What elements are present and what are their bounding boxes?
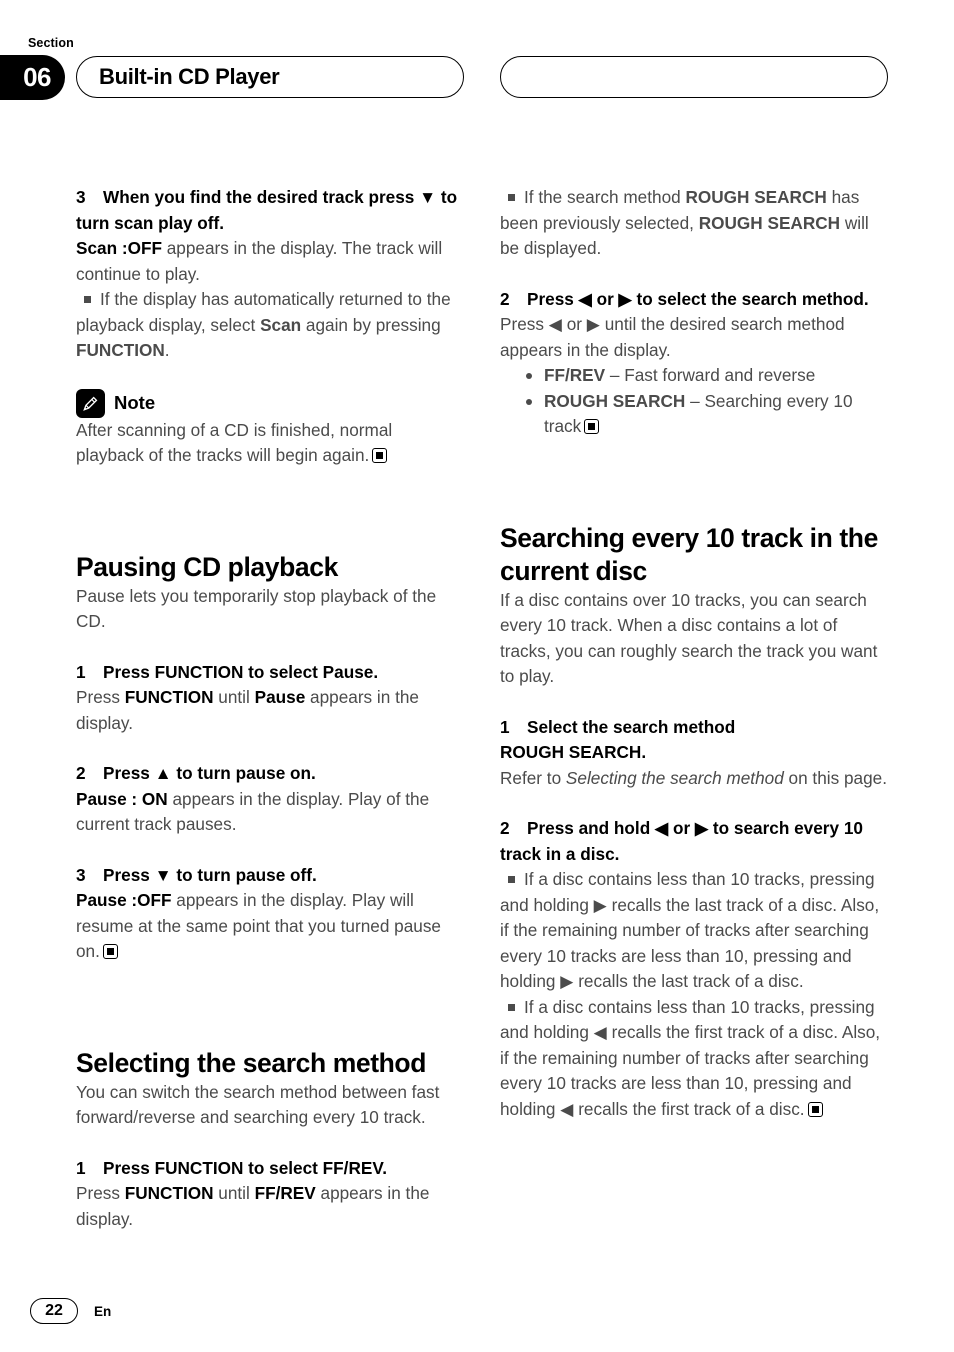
refer-italic-title: Selecting the search method (565, 767, 784, 788)
end-marker-icon (372, 448, 388, 463)
rough-search-note-bullet: If the search method ROUGH SEARCH has be… (500, 185, 888, 262)
step-heading-text-line1: Select the search method (527, 716, 736, 737)
step-number: 1 (76, 661, 86, 682)
searching-bullet-2-text: If a disc contains less than 10 tracks, … (500, 996, 881, 1119)
step-heading-pause-select: 1 Press FUNCTION to select Pause. (76, 660, 464, 686)
searching-bullet-2: If a disc contains less than 10 tracks, … (500, 995, 888, 1123)
pause-off-bold: Pause :OFF (76, 890, 172, 910)
page-footer: 22 En (30, 1298, 111, 1324)
selecting-step1-bold-ffrev: FF/REV (254, 1183, 316, 1203)
option-dash: – (605, 365, 625, 385)
note-text-content: After scanning of a CD is finished, norm… (76, 419, 393, 466)
refer-pre: Refer to (500, 767, 566, 788)
step-heading-text: Press and hold ◀ or ▶ to search every 10… (500, 818, 863, 864)
selecting-intro: You can switch the search method between… (76, 1081, 440, 1128)
page-number: 22 (30, 1298, 78, 1324)
step-heading-text: Press ◀ or ▶ to select the search method… (527, 288, 869, 309)
step-number: 3 (76, 187, 86, 207)
square-bullet-icon (84, 296, 91, 303)
option-desc: Fast forward and reverse (624, 365, 816, 385)
step-number: 2 (500, 288, 510, 309)
note-header: Note (76, 388, 464, 418)
note-label: Note (114, 392, 156, 414)
pause-step1-mid: until (213, 687, 255, 707)
step-heading-pause-on: 2 Press ▲ to turn pause on. (76, 761, 464, 787)
option-term: FF/REV (544, 365, 606, 385)
step-number: 3 (76, 864, 86, 885)
list-item: ROUGH SEARCH – Searching every 10 track (500, 389, 888, 440)
section-label: Section (28, 36, 74, 50)
step-heading-scan-off: 3 When you find the desired track press ▼… (76, 185, 464, 236)
step-number: 2 (76, 763, 86, 783)
square-bullet-icon (508, 1003, 515, 1011)
bullet-dot-icon (526, 398, 532, 405)
rough-note-pre: If the search method (524, 187, 686, 207)
step-heading-select-rough-search: 1 Select the search method ROUGH SEARCH. (500, 715, 888, 766)
note-bullet-bold-scan: Scan (260, 314, 302, 335)
heading-selecting-search-method: Selecting the search method (76, 1047, 426, 1078)
searching-bullet-1: If a disc contains less than 10 tracks, … (500, 867, 888, 995)
selecting-step1-pre: Press (76, 1183, 125, 1203)
note-bullet-bold-function: FUNCTION (76, 340, 165, 360)
step-number: 1 (76, 1157, 86, 1178)
selecting-step1-mid: until (213, 1183, 255, 1203)
pause-step1-pre: Press (76, 687, 125, 707)
step-heading-ffrev-select: 1 Press FUNCTION to select FF/REV. (76, 1156, 464, 1182)
rough-note-bold-1: ROUGH SEARCH (685, 187, 827, 207)
step-heading-select-search-method: 2 Press ◀ or ▶ to select the search metho… (500, 287, 888, 313)
end-marker-icon (102, 944, 118, 959)
heading-pausing-cd-playback: Pausing CD playback (76, 551, 338, 582)
select-search-body: Press ◀ or ▶ until the desired search me… (500, 314, 845, 360)
searching-bullet-1-text: If a disc contains less than 10 tracks, … (500, 869, 880, 991)
language-label: En (94, 1303, 112, 1319)
pause-step2-body: Pause : ON appears in the display. Play … (76, 787, 464, 838)
selecting-step1-bold-function: FUNCTION (124, 1183, 214, 1203)
option-term: ROUGH SEARCH (544, 390, 686, 411)
list-item: FF/REV – Fast forward and reverse (500, 363, 888, 389)
pencil-icon (76, 388, 105, 418)
step-heading-press-hold-search: 2 Press and hold ◀ or ▶ to search every 1… (500, 816, 888, 867)
pausing-intro: Pause lets you temporarily stop playback… (76, 585, 437, 632)
bullet-dot-icon (526, 373, 532, 379)
pause-on-bold: Pause : ON (76, 788, 168, 809)
step-heading-text: Press ▼ to turn pause off. (103, 864, 317, 885)
step-heading-text: Press ▲ to turn pause on. (103, 763, 316, 783)
scan-off-note-bullet: If the display has automatically returne… (76, 287, 464, 364)
searching-step1-body: Refer to Selecting the search method on … (500, 766, 888, 792)
left-column: 3 When you find the desired track press ▼… (76, 185, 464, 1232)
step-heading-pause-off: 3 Press ▼ to turn pause off. (76, 863, 464, 889)
step-number: 1 (500, 716, 510, 737)
refer-end: on this page. (783, 767, 887, 788)
search-method-options-list: FF/REV – Fast forward and reverse ROUGH … (500, 363, 888, 440)
right-column: If the search method ROUGH SEARCH has be… (500, 185, 888, 1122)
step-heading-text-line2: ROUGH SEARCH. (500, 742, 647, 762)
pause-step1-bold-pause: Pause (254, 687, 306, 707)
selecting-step1-body: Press FUNCTION until FF/REV appears in t… (76, 1181, 464, 1232)
end-marker-icon (584, 419, 600, 434)
step-heading-text: Press FUNCTION to select FF/REV. (103, 1157, 387, 1178)
heading-searching-every-10-track: Searching every 10 track in the current … (500, 522, 878, 586)
note-text: After scanning of a CD is finished, norm… (76, 418, 464, 469)
note-bullet-mid: again by pressing (301, 314, 441, 335)
square-bullet-icon (508, 876, 515, 883)
scan-off-body: Scan :OFF appears in the display. The tr… (76, 236, 464, 287)
pause-step1-bold-function: FUNCTION (124, 687, 214, 707)
searching-intro: If a disc contains over 10 tracks, you c… (500, 589, 878, 687)
note-bullet-end: . (164, 340, 170, 360)
header-blank-pill (500, 56, 888, 98)
section-number-badge: 06 (0, 55, 65, 100)
page-title: Built-in CD Player (76, 56, 464, 98)
option-dash: – (685, 390, 705, 411)
page-header: Section 06 Built-in CD Player (0, 36, 954, 106)
step-heading-text: When you find the desired track press ▼ … (76, 187, 458, 233)
step-number: 2 (500, 818, 510, 838)
square-bullet-icon (508, 194, 515, 201)
scan-off-bold: Scan :OFF (76, 238, 162, 258)
pause-step1-body: Press FUNCTION until Pause appears in th… (76, 685, 464, 736)
end-marker-icon (807, 1101, 823, 1117)
step-heading-text: Press FUNCTION to select Pause. (103, 661, 379, 682)
pause-step3-body: Pause :OFF appears in the display. Play … (76, 888, 464, 965)
rough-note-bold-2: ROUGH SEARCH (698, 212, 841, 233)
